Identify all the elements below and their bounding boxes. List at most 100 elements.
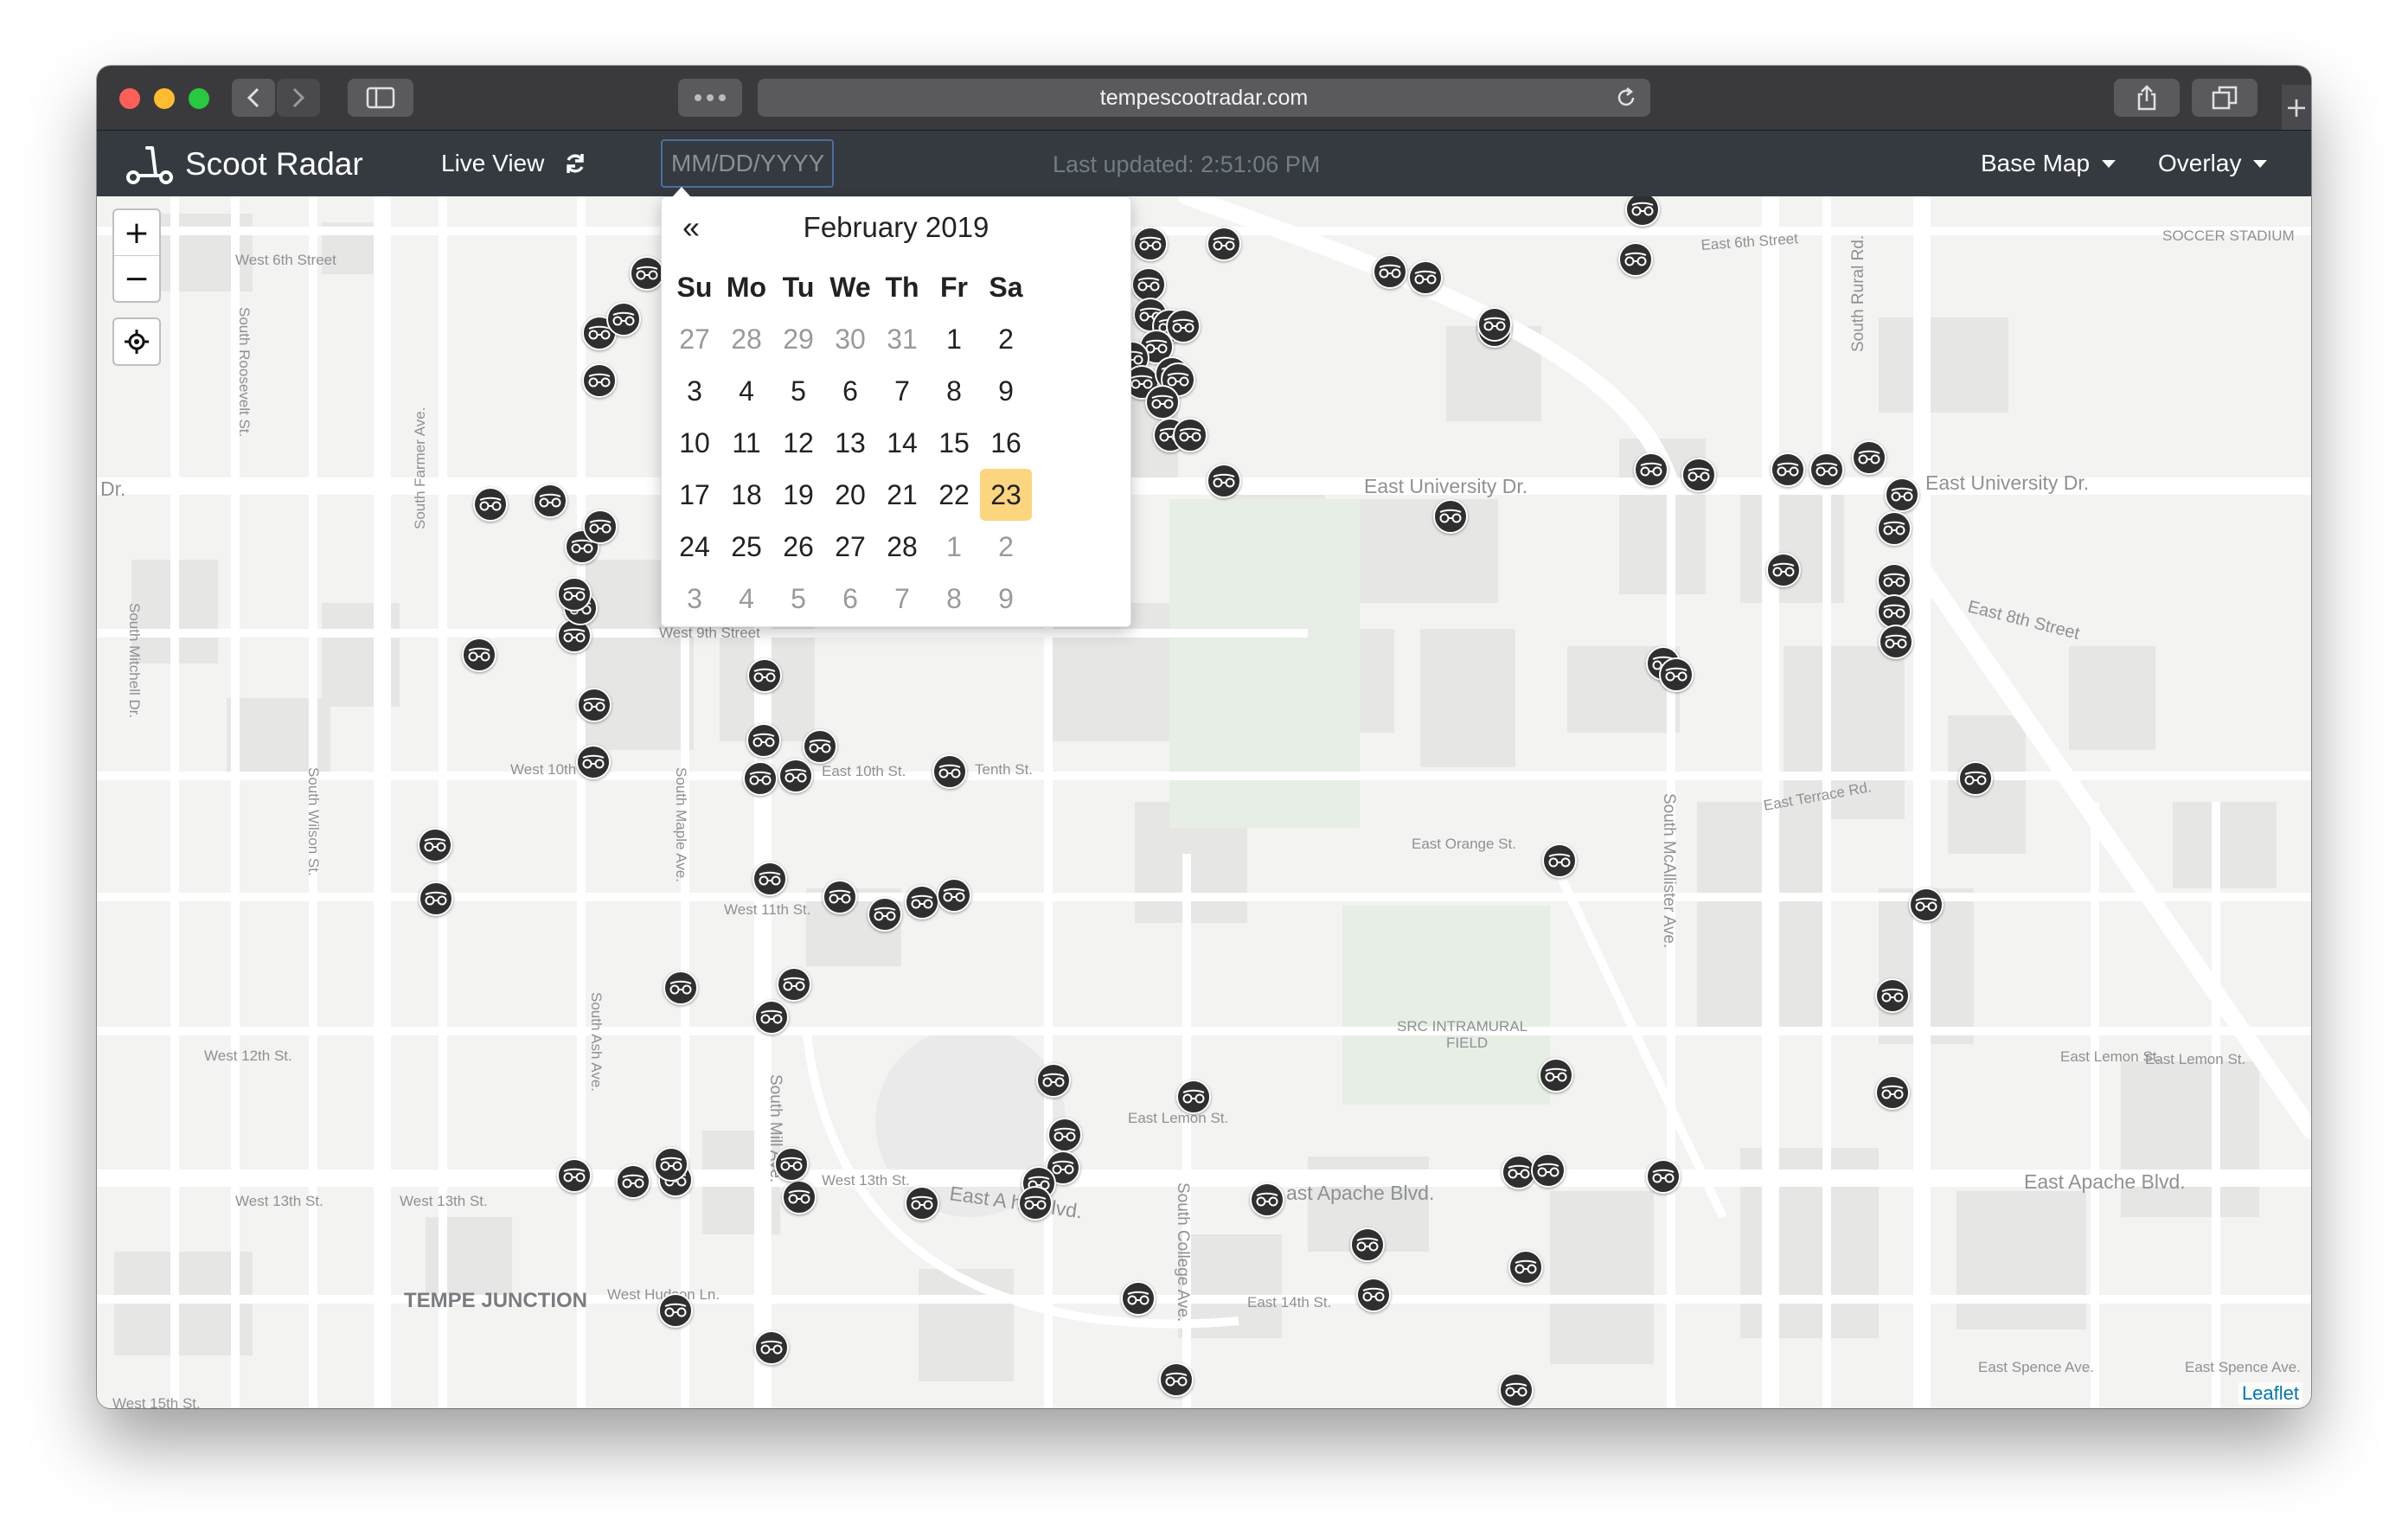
scooter-marker[interactable] — [1541, 843, 1577, 878]
calendar-day[interactable]: 26 — [772, 521, 824, 573]
calendar-day[interactable]: 25 — [720, 521, 772, 573]
scooter-marker[interactable] — [532, 483, 567, 518]
scooter-marker[interactable] — [904, 1185, 939, 1221]
calendar-day[interactable]: 15 — [928, 417, 980, 469]
prev-month-button[interactable]: « — [674, 206, 708, 249]
month-title[interactable]: February 2019 — [722, 206, 1070, 249]
scooter-marker[interactable] — [904, 884, 939, 920]
minimize-window-button[interactable] — [154, 88, 175, 109]
calendar-day[interactable]: 1 — [928, 521, 980, 573]
scooter-marker[interactable] — [663, 970, 698, 1005]
calendar-day[interactable]: 3 — [669, 573, 720, 625]
calendar-day[interactable]: 29 — [772, 313, 824, 365]
scooter-marker[interactable] — [1875, 1074, 1911, 1110]
calendar-day[interactable]: 12 — [772, 417, 824, 469]
calendar-day[interactable]: 4 — [720, 365, 772, 417]
scooter-marker[interactable] — [557, 1157, 592, 1193]
map[interactable]: TEMPE JUNCTION SRC INTRAMURAL FIELD SOCC… — [97, 196, 2311, 1408]
overlay-dropdown[interactable]: Overlay — [2158, 131, 2268, 196]
scooter-marker[interactable] — [1624, 196, 1660, 227]
scooter-marker[interactable] — [1876, 510, 1912, 546]
refresh-icon[interactable] — [563, 151, 587, 176]
calendar-day[interactable]: 19 — [772, 469, 824, 521]
calendar-day[interactable]: 9 — [980, 365, 1032, 417]
forward-button[interactable] — [277, 79, 320, 117]
scooter-marker[interactable] — [867, 896, 902, 932]
map-basemap[interactable]: TEMPE JUNCTION SRC INTRAMURAL FIELD SOCC… — [97, 196, 2311, 1408]
scooter-marker[interactable] — [615, 1163, 650, 1199]
scooter-marker[interactable] — [1909, 888, 1944, 923]
scooter-marker[interactable] — [781, 1179, 817, 1214]
scooter-marker[interactable] — [1875, 977, 1911, 1013]
scooter-marker[interactable] — [1508, 1250, 1543, 1285]
locate-button[interactable] — [112, 317, 161, 366]
calendar-day[interactable]: 14 — [876, 417, 928, 469]
scooter-marker[interactable] — [1876, 563, 1912, 599]
scooter-marker[interactable] — [629, 256, 664, 292]
calendar-day[interactable]: 27 — [669, 313, 720, 365]
reload-icon[interactable] — [1614, 86, 1638, 110]
close-window-button[interactable] — [119, 88, 140, 109]
calendar-day[interactable]: 28 — [876, 521, 928, 573]
live-view-button[interactable]: Live View — [441, 131, 587, 196]
scooter-marker[interactable] — [462, 637, 497, 672]
scooter-marker[interactable] — [1498, 1373, 1534, 1408]
date-input[interactable] — [661, 139, 834, 188]
calendar-day[interactable]: 6 — [824, 365, 876, 417]
scooter-marker[interactable] — [1539, 1058, 1574, 1093]
scooter-marker[interactable] — [1884, 477, 1919, 512]
calendar-day[interactable]: 5 — [772, 573, 824, 625]
scooter-marker[interactable] — [1477, 306, 1513, 342]
calendar-day[interactable]: 2 — [980, 521, 1032, 573]
address-bar[interactable]: tempescootradar.com — [758, 79, 1650, 117]
back-button[interactable] — [232, 79, 275, 117]
scooter-marker[interactable] — [1878, 625, 1913, 660]
zoom-window-button[interactable] — [189, 88, 209, 109]
brand[interactable]: Scoot Radar — [126, 143, 363, 186]
scooter-marker[interactable] — [1047, 1118, 1082, 1153]
scooter-marker[interactable] — [753, 1330, 789, 1365]
calendar-day[interactable]: 17 — [669, 469, 720, 521]
calendar-day[interactable]: 8 — [928, 365, 980, 417]
scooter-marker[interactable] — [1681, 457, 1717, 492]
scooter-marker[interactable] — [1121, 1280, 1156, 1316]
calendar-day[interactable]: 30 — [824, 313, 876, 365]
calendar-day[interactable]: 20 — [824, 469, 876, 521]
calendar-day[interactable]: 7 — [876, 573, 928, 625]
leaflet-attribution-link[interactable]: Leaflet — [2238, 1382, 2302, 1405]
calendar-day-selected[interactable]: 23 — [980, 469, 1032, 521]
calendar-day[interactable]: 1 — [928, 313, 980, 365]
scooter-marker[interactable] — [778, 758, 813, 793]
scooter-marker[interactable] — [773, 1147, 809, 1182]
calendar-day[interactable]: 18 — [720, 469, 772, 521]
calendar-day[interactable]: 16 — [980, 417, 1032, 469]
base-map-dropdown[interactable]: Base Map — [1981, 131, 2117, 196]
scooter-marker[interactable] — [1876, 593, 1912, 629]
calendar-day[interactable]: 10 — [669, 417, 720, 469]
calendar-day[interactable]: 22 — [928, 469, 980, 521]
share-button[interactable] — [2114, 79, 2180, 117]
scooter-marker[interactable] — [1355, 1278, 1391, 1313]
zoom-in-button[interactable]: + — [114, 210, 159, 255]
calendar-day[interactable]: 28 — [720, 313, 772, 365]
scooter-marker[interactable] — [1175, 1080, 1211, 1115]
scooter-marker[interactable] — [472, 486, 508, 522]
sidebar-toggle-button[interactable] — [348, 79, 413, 117]
calendar-day[interactable]: 7 — [876, 365, 928, 417]
tab-overview-button[interactable] — [678, 79, 742, 117]
calendar-day[interactable]: 6 — [824, 573, 876, 625]
calendar-day[interactable]: 27 — [824, 521, 876, 573]
scooter-marker[interactable] — [1809, 452, 1844, 488]
tabs-button[interactable] — [2192, 79, 2258, 117]
scooter-marker[interactable] — [581, 363, 617, 399]
scooter-marker[interactable] — [575, 744, 611, 779]
scooter-marker[interactable] — [752, 861, 787, 896]
zoom-out-button[interactable]: − — [114, 255, 159, 301]
scooter-marker[interactable] — [1173, 417, 1208, 452]
new-tab-button[interactable]: + — [2282, 85, 2311, 130]
calendar-day[interactable]: 31 — [876, 313, 928, 365]
scooter-marker[interactable] — [1432, 498, 1468, 534]
scooter-marker[interactable] — [1018, 1185, 1054, 1221]
calendar-day[interactable]: 11 — [720, 417, 772, 469]
calendar-day[interactable]: 24 — [669, 521, 720, 573]
